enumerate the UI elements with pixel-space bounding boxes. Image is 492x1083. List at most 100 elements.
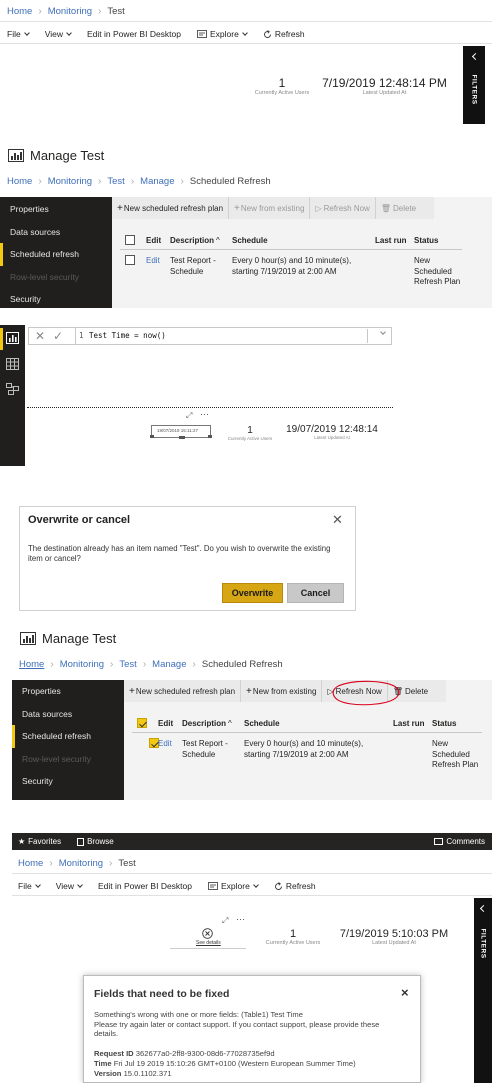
comments-button[interactable]: Comments (434, 837, 485, 846)
browse-button[interactable]: Browse (77, 837, 114, 846)
file-menu[interactable]: File (7, 29, 30, 39)
star-icon: ★ (18, 837, 26, 846)
row-status-line: Refresh Plan (432, 760, 479, 769)
favorites-button[interactable]: ★ Favorites (18, 837, 61, 846)
row-description: Test Report - Schedule (170, 256, 216, 277)
sidebar-item-scheduled-refresh[interactable]: Scheduled refresh (12, 725, 124, 748)
latest-updated-label: Latest Updated At (372, 940, 416, 946)
select-all-checkbox[interactable] (137, 718, 147, 728)
breadcrumb-manage[interactable]: Manage (152, 659, 186, 670)
breadcrumb-home[interactable]: Home (18, 858, 43, 869)
resize-handle[interactable] (208, 435, 212, 438)
row-edit-link[interactable]: Edit (146, 256, 160, 265)
view-menu-label: View (44, 29, 63, 39)
row-edit-link[interactable]: Edit (158, 739, 172, 748)
filters-pane[interactable]: FILTERS (474, 898, 492, 1083)
select-all-checkbox[interactable] (125, 235, 135, 245)
new-plan-button[interactable]: + New scheduled refresh plan (112, 197, 230, 219)
model-view-icon[interactable] (6, 383, 19, 395)
edit-in-desktop-button[interactable]: Edit in Power BI Desktop (87, 29, 181, 39)
more-options-icon[interactable]: ··· (236, 914, 245, 924)
focus-mode-icon[interactable]: ⤢ (186, 411, 192, 421)
active-users-label: Currently Active Users (265, 940, 321, 946)
breadcrumb-monitoring[interactable]: Monitoring (59, 858, 103, 869)
breadcrumb-manage[interactable]: Manage (140, 176, 174, 187)
trash-icon: 🗑︎ (380, 203, 391, 213)
more-options-icon[interactable]: ··· (200, 409, 209, 419)
see-details-link[interactable]: See details (196, 940, 221, 946)
expand-formula-button[interactable] (367, 329, 391, 343)
explore-label: Explore (210, 29, 239, 39)
time-value: Fri Jul 19 2019 15:10:26 GMT+0100 (Weste… (113, 1059, 356, 1068)
resize-handle[interactable] (179, 436, 185, 439)
breadcrumb-test[interactable]: Test (107, 176, 124, 187)
refresh-button[interactable]: Refresh (263, 29, 305, 39)
selected-card-visual[interactable]: 19/07/2019 15:11:27 (150, 425, 212, 439)
sidebar-item-properties[interactable]: Properties (12, 680, 124, 703)
new-plan-button[interactable]: + New scheduled refresh plan (124, 680, 242, 702)
cancel-formula-icon[interactable]: ✕ (35, 329, 45, 343)
breadcrumb-home[interactable]: Home (7, 176, 32, 187)
manage-sidebar: Properties Data sources Scheduled refres… (12, 680, 124, 800)
sidebar-item-security[interactable]: Security (0, 288, 112, 311)
report-view-icon[interactable] (6, 332, 19, 344)
close-icon[interactable]: ✕ (332, 512, 343, 528)
focus-mode-icon[interactable]: ⤢ (222, 916, 228, 926)
active-users-card: 1 Currently Active Users (264, 928, 322, 946)
refresh-label: Refresh (274, 29, 305, 39)
chevron-left-icon[interactable] (479, 904, 488, 913)
chevron-right-icon: › (110, 659, 114, 670)
breadcrumb: Home › Monitoring › Test (7, 6, 125, 17)
error-message-line: details. (94, 1029, 119, 1038)
row-checkbox[interactable] (125, 255, 135, 265)
sidebar-item-security[interactable]: Security (12, 770, 124, 793)
breadcrumb-monitoring[interactable]: Monitoring (48, 6, 92, 17)
sidebar-item-properties[interactable]: Properties (0, 198, 112, 221)
version-value: 15.0.1102.371 (123, 1069, 172, 1078)
new-from-existing-button[interactable]: + New from existing (241, 680, 323, 702)
canvas-boundary (27, 407, 393, 408)
refresh-button[interactable]: Refresh (274, 881, 316, 891)
data-view-icon[interactable] (6, 358, 19, 370)
title-text: Manage Test (42, 631, 117, 646)
new-from-existing-label: New from existing (252, 686, 317, 696)
red-highlight-circle (332, 680, 400, 706)
breadcrumb-monitoring[interactable]: Monitoring (48, 176, 92, 187)
formula-input[interactable]: Test Time = now() (89, 331, 166, 340)
resize-handle[interactable] (150, 435, 154, 438)
chevron-left-icon[interactable] (471, 52, 480, 61)
header-edit: Edit (146, 236, 162, 245)
file-menu[interactable]: File (18, 881, 41, 891)
overwrite-button[interactable]: Overwrite (222, 583, 283, 603)
edit-in-desktop-button[interactable]: Edit in Power BI Desktop (98, 881, 192, 891)
row-description: Test Report - Schedule (182, 739, 228, 760)
manage-sidebar: Properties Data sources Scheduled refres… (0, 197, 112, 308)
sidebar-item-data-sources[interactable]: Data sources (12, 703, 124, 726)
request-id-label: Request ID (94, 1049, 134, 1058)
header-description[interactable]: Description ^ (182, 719, 232, 728)
close-icon[interactable]: × (401, 985, 409, 1000)
header-description[interactable]: Description ^ (170, 236, 220, 245)
filters-pane[interactable]: FILTERS (463, 46, 485, 124)
dialog-message-line: item or cancel? (28, 554, 81, 563)
report-icon (8, 149, 24, 162)
cancel-button[interactable]: Cancel (287, 583, 344, 603)
filters-label: FILTERS (470, 74, 478, 105)
view-menu[interactable]: View (44, 29, 72, 39)
menu-bar: File View Edit in Power BI Desktop Explo… (7, 29, 321, 39)
breadcrumb-monitoring[interactable]: Monitoring (60, 659, 104, 670)
view-menu[interactable]: View (56, 881, 83, 891)
sidebar-item-scheduled-refresh[interactable]: Scheduled refresh (0, 243, 112, 266)
commit-formula-icon[interactable]: ✓ (53, 329, 63, 343)
chevron-right-icon: › (109, 858, 113, 869)
header-edit: Edit (158, 719, 174, 728)
breadcrumb-test[interactable]: Test (119, 659, 136, 670)
breadcrumb-home[interactable]: Home (19, 659, 44, 670)
explore-menu[interactable]: Explore (208, 881, 259, 891)
header-description-label: Description (182, 719, 227, 728)
sidebar-item-data-sources[interactable]: Data sources (0, 221, 112, 244)
breadcrumb-home[interactable]: Home (7, 6, 32, 17)
overwrite-dialog: Overwrite or cancel ✕ The destination al… (19, 506, 356, 611)
explore-menu[interactable]: Explore (197, 29, 248, 39)
card-value: 19/07/2019 15:11:27 (157, 428, 198, 433)
